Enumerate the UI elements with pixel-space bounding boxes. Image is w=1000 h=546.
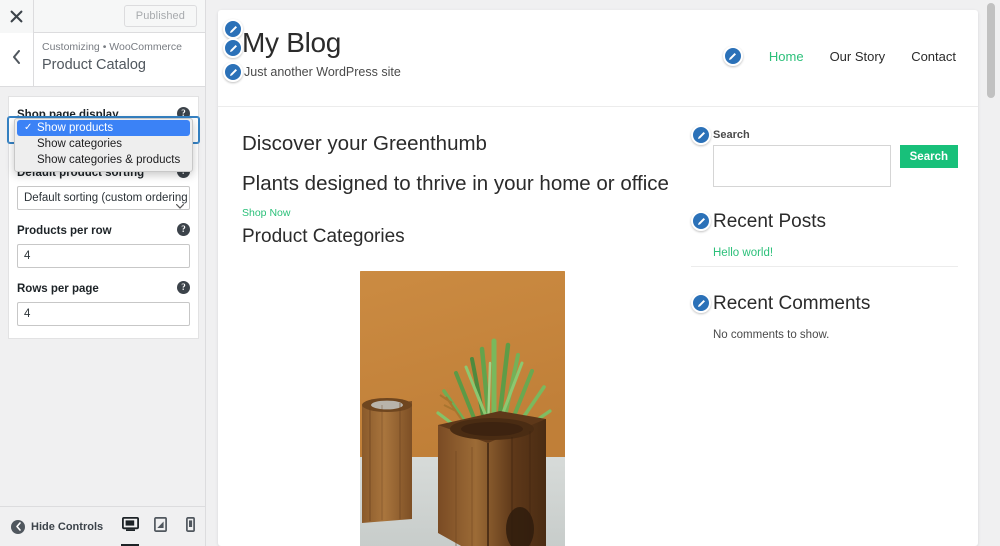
edit-pencil-icon[interactable]	[722, 46, 743, 66]
publish-button[interactable]: Published	[123, 5, 197, 27]
help-icon[interactable]: ?	[177, 281, 190, 294]
shop-now-link[interactable]: Shop Now	[242, 207, 290, 219]
control-rows-per-page: Rows per page ?	[17, 281, 190, 326]
control-label: Rows per page	[17, 283, 99, 295]
site-body: Discover your Greenthumb Plants designed…	[218, 107, 978, 546]
check-icon: ✓	[24, 122, 33, 133]
edit-pencil-icon[interactable]	[691, 293, 711, 313]
close-customizer-button[interactable]	[0, 0, 34, 33]
customizer-footer: Hide Controls	[0, 506, 205, 546]
site-header: My Blog Just another WordPress site Home…	[218, 10, 978, 107]
dropdown-option-label: Show categories & products	[37, 154, 181, 166]
tablet-icon	[153, 516, 167, 537]
panel-back-button[interactable]	[0, 33, 34, 86]
edit-pencil-icon[interactable]	[223, 38, 243, 58]
no-comments-text: No comments to show.	[713, 329, 830, 341]
search-input[interactable]	[713, 145, 891, 187]
customizer-topbar: Published	[0, 0, 205, 33]
search-label: Search	[713, 129, 750, 141]
control-products-per-row: Products per row ?	[17, 223, 190, 268]
search-button[interactable]: Search	[899, 145, 958, 168]
device-button-mobile[interactable]	[175, 507, 205, 546]
main-content: Discover your Greenthumb Plants designed…	[218, 129, 673, 546]
desktop-icon	[121, 516, 139, 537]
products-per-row-input[interactable]	[17, 244, 190, 268]
dropdown-option-show-categories[interactable]: Show categories	[15, 136, 192, 152]
widget-sidebar: Search Search Recent Posts Hello world!	[673, 125, 958, 546]
edit-pencil-icon[interactable]	[223, 19, 243, 39]
device-preview-buttons	[115, 507, 205, 546]
help-icon[interactable]: ?	[177, 223, 190, 236]
product-categories-heading: Product Categories	[242, 226, 405, 247]
select-wrapper: Default sorting (custom ordering +	[17, 186, 190, 210]
hero-heading: Discover your Greenthumb	[242, 132, 487, 155]
search-row: Search	[691, 145, 958, 187]
widget-title: Recent Posts	[713, 211, 826, 232]
panel-titles: Customizing • WooCommerce Product Catalo…	[34, 33, 205, 86]
hero-subheading: Plants designed to thrive in your home o…	[242, 172, 669, 195]
edit-pencil-icon[interactable]	[223, 62, 243, 82]
chevron-left-icon	[12, 50, 21, 69]
nav-link-our-story[interactable]: Our Story	[830, 49, 886, 64]
widget-recent-comments: Recent Comments No comments to show.	[691, 291, 958, 341]
panel-header: Customizing • WooCommerce Product Catalo…	[0, 33, 205, 87]
page-scrollbar[interactable]	[984, 0, 998, 546]
widget-recent-posts: Recent Posts Hello world!	[691, 209, 958, 267]
page-title: Product Catalog	[42, 57, 146, 73]
mobile-icon	[185, 516, 195, 537]
hide-controls-button[interactable]: Hide Controls	[0, 519, 104, 534]
shop-page-display-dropdown: ✓ Show products Show categories Show cat…	[14, 118, 193, 172]
product-category-image[interactable]	[360, 271, 565, 546]
control-label: Products per row	[17, 225, 112, 237]
primary-navigation: Home Our Story Contact	[722, 46, 956, 66]
site-preview[interactable]: My Blog Just another WordPress site Home…	[218, 10, 978, 546]
nav-link-contact[interactable]: Contact	[911, 49, 956, 64]
nav-link-home[interactable]: Home	[769, 49, 804, 64]
dropdown-option-show-categories-products[interactable]: Show categories & products	[15, 152, 192, 168]
close-icon	[10, 10, 23, 23]
widget-search: Search Search	[691, 125, 958, 187]
customizer-screen: Published Customizing • WooCommerce Prod…	[0, 0, 1000, 546]
dropdown-option-label: Show products	[37, 122, 114, 134]
breadcrumb: Customizing • WooCommerce	[42, 41, 183, 53]
edit-pencil-icon[interactable]	[691, 211, 711, 231]
dropdown-option-show-products[interactable]: ✓ Show products	[17, 120, 190, 136]
recent-post-link[interactable]: Hello world!	[691, 247, 958, 267]
device-button-tablet[interactable]	[145, 507, 175, 546]
edit-pencil-icon[interactable]	[691, 125, 711, 145]
customizer-sidebar: Published Customizing • WooCommerce Prod…	[0, 0, 206, 546]
dropdown-option-label: Show categories	[37, 138, 123, 150]
rows-per-page-input[interactable]	[17, 302, 190, 326]
page-scrollbar-thumb[interactable]	[987, 3, 995, 98]
collapse-left-icon	[11, 519, 25, 534]
widget-title: Recent Comments	[713, 293, 871, 314]
default-product-sorting-select[interactable]: Default sorting (custom ordering +	[17, 186, 190, 210]
device-button-desktop[interactable]	[115, 507, 145, 546]
hide-controls-label: Hide Controls	[31, 520, 104, 533]
